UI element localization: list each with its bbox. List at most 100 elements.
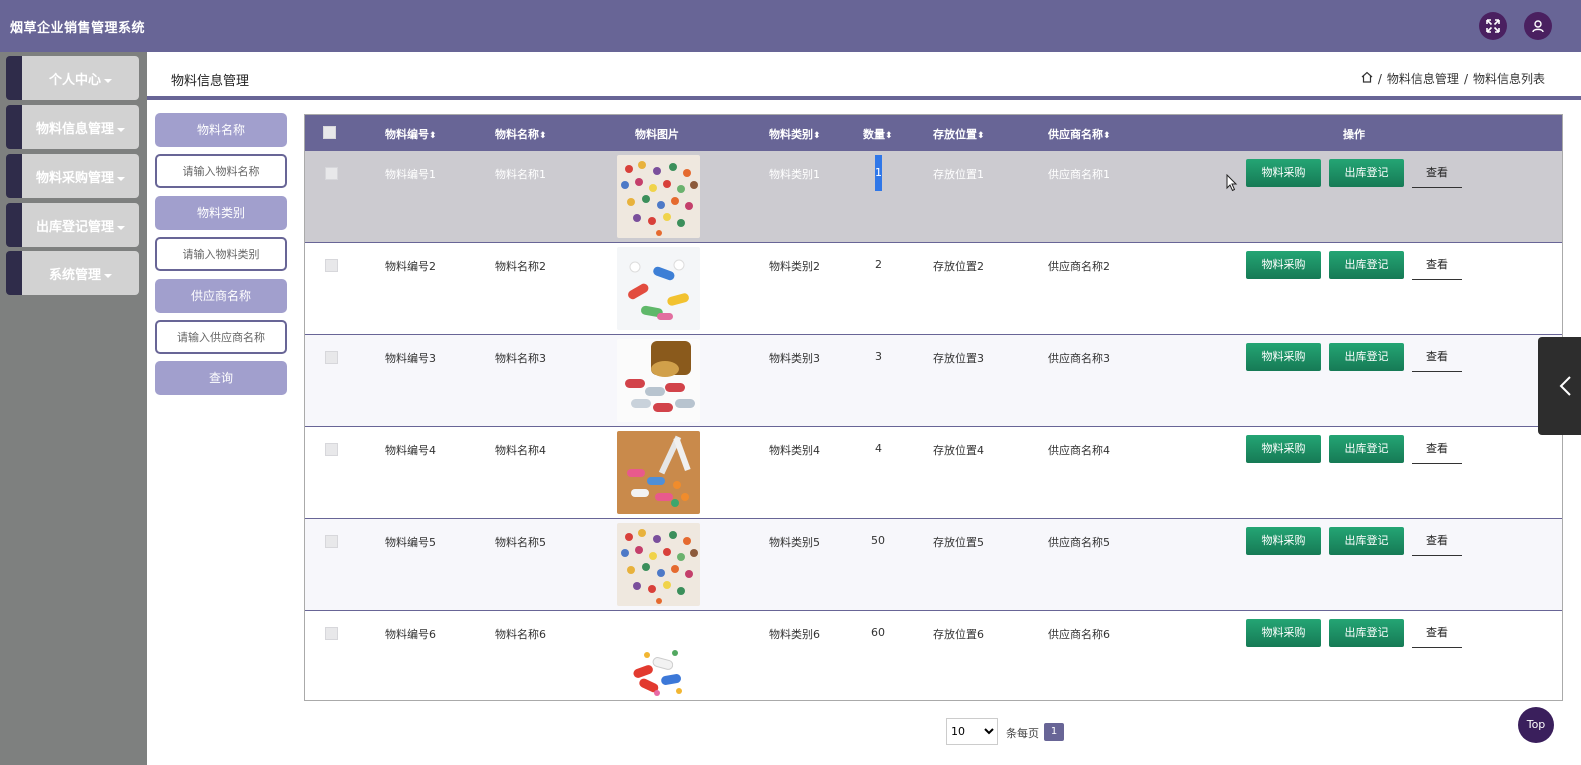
app-title: 烟草企业销售管理系统	[10, 21, 146, 36]
column-header-location[interactable]: 存放位置⬍	[933, 126, 985, 142]
cell-quantity: 2	[875, 258, 882, 271]
query-button[interactable]: 查询	[155, 361, 287, 395]
material-name-input[interactable]	[155, 154, 287, 188]
chevron-down-icon	[117, 176, 125, 181]
row-checkbox[interactable]	[325, 535, 338, 548]
material-category-input[interactable]	[155, 237, 287, 271]
column-header-category[interactable]: 物料类别⬍	[769, 126, 821, 142]
material-category-label: 物料类别	[155, 196, 287, 230]
table-row[interactable]: 物料编号1 物料名称1 物料类别1 1 存放位置1 供应商名称1 物料采购 出库…	[305, 151, 1562, 243]
material-image[interactable]	[617, 339, 700, 422]
breadcrumb-separator: /	[1463, 71, 1468, 86]
column-header-code[interactable]: 物料编号⬍	[385, 126, 437, 142]
purchase-button[interactable]: 物料采购	[1246, 435, 1321, 463]
breadcrumb-item[interactable]: 物料信息管理	[1387, 70, 1459, 87]
user-icon[interactable]	[1524, 12, 1552, 40]
purchase-button[interactable]: 物料采购	[1246, 251, 1321, 279]
purchase-button[interactable]: 物料采购	[1246, 343, 1321, 371]
mouse-cursor-icon	[1226, 174, 1238, 192]
cell-code: 物料编号4	[385, 444, 436, 457]
cell-supplier: 供应商名称2	[1048, 260, 1110, 273]
select-all-checkbox[interactable]	[323, 126, 336, 139]
back-to-top-button[interactable]: Top	[1518, 707, 1554, 743]
supplier-name-label: 供应商名称	[155, 279, 287, 313]
outbound-button[interactable]: 出库登记	[1329, 343, 1404, 371]
outbound-button[interactable]: 出库登记	[1329, 435, 1404, 463]
sidebar-item-personal-center[interactable]: 个人中心	[6, 56, 139, 100]
sidebar-item-label: 物料信息管理	[35, 122, 114, 137]
row-checkbox[interactable]	[325, 443, 338, 456]
cell-quantity: 3	[875, 350, 882, 363]
breadcrumb-bar: 物料信息管理 / 物料信息管理 / 物料信息列表	[147, 52, 1581, 100]
sort-icon[interactable]: ⬍	[539, 131, 547, 141]
fullscreen-icon[interactable]	[1479, 12, 1507, 40]
view-button[interactable]: 查看	[1412, 343, 1462, 372]
cell-category: 物料类别4	[769, 444, 820, 457]
sidebar-item-system[interactable]: 系统管理	[6, 251, 139, 295]
cell-code: 物料编号2	[385, 260, 436, 273]
outbound-button[interactable]: 出库登记	[1329, 159, 1404, 187]
sidebar-item-label: 出库登记管理	[35, 220, 114, 235]
supplier-name-input[interactable]	[155, 320, 287, 354]
purchase-button[interactable]: 物料采购	[1246, 159, 1321, 187]
outbound-button[interactable]: 出库登记	[1329, 527, 1404, 555]
column-header-quantity[interactable]: 数量⬍	[863, 126, 893, 142]
sort-icon[interactable]: ⬍	[1103, 131, 1111, 141]
column-header-supplier[interactable]: 供应商名称⬍	[1048, 126, 1111, 142]
cell-quantity: 50	[871, 534, 885, 547]
table-row[interactable]: 物料编号6 物料名称6 物料类别6 60 存放位置6 供应商名称6 物料采购 出…	[305, 611, 1562, 700]
sort-icon[interactable]: ⬍	[813, 131, 821, 141]
breadcrumb-item: 物料信息列表	[1472, 72, 1545, 86]
sort-icon[interactable]: ⬍	[977, 131, 985, 141]
sidebar-item-outbound[interactable]: 出库登记管理	[6, 203, 139, 247]
view-button[interactable]: 查看	[1412, 435, 1462, 464]
purchase-button[interactable]: 物料采购	[1246, 619, 1321, 647]
column-header-name[interactable]: 物料名称⬍	[495, 126, 547, 142]
chevron-down-icon	[117, 225, 125, 230]
sidebar-item-label: 个人中心	[48, 73, 101, 88]
chevron-down-icon	[104, 78, 112, 83]
table-row[interactable]: 物料编号2 物料名称2 物料类别2 2 存放位置2 供应商名称2 物料采购 出库…	[305, 243, 1562, 335]
data-table: 物料编号⬍ 物料名称⬍ 物料图片 物料类别⬍ 数量⬍ 存放位置⬍ 供应商名称⬍ …	[304, 114, 1563, 701]
view-button[interactable]: 查看	[1412, 159, 1462, 188]
cell-location: 存放位置6	[933, 628, 984, 641]
view-button[interactable]: 查看	[1412, 619, 1462, 648]
cell-location: 存放位置3	[933, 352, 984, 365]
column-header-image: 物料图片	[635, 128, 679, 141]
material-image[interactable]	[617, 523, 700, 606]
view-button[interactable]: 查看	[1412, 251, 1462, 280]
page-size-select[interactable]: 10	[946, 718, 998, 745]
cell-code: 物料编号5	[385, 536, 436, 549]
sidebar-item-material-info[interactable]: 物料信息管理	[6, 105, 139, 149]
sort-icon[interactable]: ⬍	[429, 131, 437, 141]
home-icon[interactable]	[1361, 71, 1373, 86]
cell-category: 物料类别1	[769, 168, 820, 181]
sort-icon[interactable]: ⬍	[885, 131, 893, 141]
row-checkbox[interactable]	[325, 259, 338, 272]
outbound-button[interactable]: 出库登记	[1329, 619, 1404, 647]
cell-location: 存放位置1	[933, 168, 984, 181]
material-image[interactable]	[627, 645, 689, 699]
cell-supplier: 供应商名称3	[1048, 352, 1110, 365]
material-image[interactable]	[617, 247, 700, 330]
breadcrumb-separator: /	[1377, 71, 1382, 86]
table-row[interactable]: 物料编号3 物料名称3 物料类别3 3 存放位置3 供应商名称3 物料采购 出库…	[305, 335, 1562, 427]
cell-name: 物料名称5	[495, 536, 546, 549]
material-image[interactable]	[617, 155, 700, 238]
table-row[interactable]: 物料编号4 物料名称4 物料类别4 4 存放位置4 供应商名称4 物料采购 出库…	[305, 427, 1562, 519]
table-row[interactable]: 物料编号5 物料名称5 物料类别5 50 存放位置5 供应商名称5 物料采购 出…	[305, 519, 1562, 611]
outbound-button[interactable]: 出库登记	[1329, 251, 1404, 279]
row-checkbox[interactable]	[325, 351, 338, 364]
cell-location: 存放位置2	[933, 260, 984, 273]
page-title: 物料信息管理	[171, 74, 250, 89]
view-button[interactable]: 查看	[1412, 527, 1462, 556]
column-header-actions: 操作	[1343, 128, 1365, 141]
row-checkbox[interactable]	[325, 627, 338, 640]
row-checkbox[interactable]	[325, 167, 338, 180]
side-panel-toggle[interactable]	[1538, 337, 1581, 435]
page-number-button[interactable]: 1	[1044, 723, 1064, 741]
purchase-button[interactable]: 物料采购	[1246, 527, 1321, 555]
sidebar-item-material-purchase[interactable]: 物料采购管理	[6, 154, 139, 198]
material-image[interactable]	[617, 431, 700, 514]
cell-supplier: 供应商名称4	[1048, 444, 1110, 457]
